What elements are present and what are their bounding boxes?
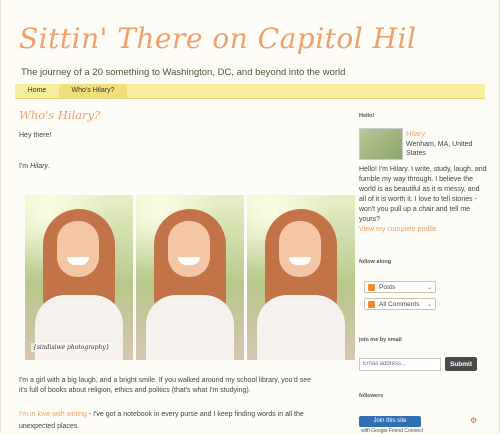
post-title: Who's Hilary? xyxy=(19,108,101,122)
gfc-caption: with Google Friend Connect xyxy=(361,428,423,434)
profile-bio: Hello! I'm Hilary. I write, study, laugh… xyxy=(359,166,487,223)
photo-frame xyxy=(136,195,244,360)
follow-heading: follow along xyxy=(359,259,392,265)
chevron-down-icon: ⌄ xyxy=(426,285,432,291)
comments-label: All Comments xyxy=(379,301,420,308)
profile-name[interactable]: Hilary xyxy=(406,129,425,138)
posts-label: Posts xyxy=(379,284,396,291)
page: Sittin' There on Capitol Hil The journey… xyxy=(0,0,500,434)
hello-heading: Hello! xyxy=(359,113,375,119)
intro-name: Hilary xyxy=(30,163,48,170)
photo-frame: {sindisiwe photography} xyxy=(25,195,133,360)
tab-home[interactable]: Home xyxy=(17,84,57,98)
followers-heading: followers xyxy=(359,393,384,399)
post-paragraph-2-line-1: I'm in love with writing - I've got a no… xyxy=(19,411,304,418)
avatar[interactable] xyxy=(359,128,403,160)
post-paragraph-1-line-2: it's full of books about religion, ethic… xyxy=(19,387,251,394)
photo-credit: {sindisiwe photography} xyxy=(31,343,112,352)
nav-tabbar: Home Who's Hilary? xyxy=(15,84,485,99)
email-heading: join me by email xyxy=(359,337,402,343)
rss-icon xyxy=(368,301,375,308)
intro-prefix: I'm xyxy=(19,163,31,170)
post-greeting: Hey there! xyxy=(19,132,52,139)
hilary-photo-collage: {sindisiwe photography} xyxy=(25,195,355,360)
share-icon[interactable]: ⚙ xyxy=(470,416,477,425)
posts-feed-button[interactable]: Posts ⌄ xyxy=(364,281,436,293)
email-field[interactable] xyxy=(359,358,441,371)
profile-location: Wenham, MA, United States xyxy=(406,141,473,157)
writing-link[interactable]: I'm in love with writing xyxy=(19,411,87,418)
comments-feed-button[interactable]: All Comments ⌄ xyxy=(364,298,436,310)
blog-tagline: The journey of a 20 something to Washing… xyxy=(21,67,346,78)
rss-icon xyxy=(368,284,375,291)
paragraph-2-text: - I've got a notebook in every purse and… xyxy=(86,411,304,418)
tab-whos-hilary[interactable]: Who's Hilary? xyxy=(59,84,127,98)
join-site-button[interactable]: Join this site xyxy=(359,416,421,427)
chevron-down-icon: ⌄ xyxy=(426,302,432,308)
post-paragraph-1-line-1: I'm a girl with a big laugh, and a brigh… xyxy=(19,377,312,384)
submit-button[interactable]: Submit xyxy=(445,357,477,371)
view-profile-link[interactable]: View my complete profile xyxy=(359,226,437,233)
post-intro: I'm Hilary. xyxy=(19,163,50,170)
intro-suffix: . xyxy=(47,163,50,170)
blog-title[interactable]: Sittin' There on Capitol Hil xyxy=(19,22,416,55)
photo-frame xyxy=(247,195,355,360)
post-paragraph-2-line-2: unexpected places. xyxy=(19,423,80,430)
